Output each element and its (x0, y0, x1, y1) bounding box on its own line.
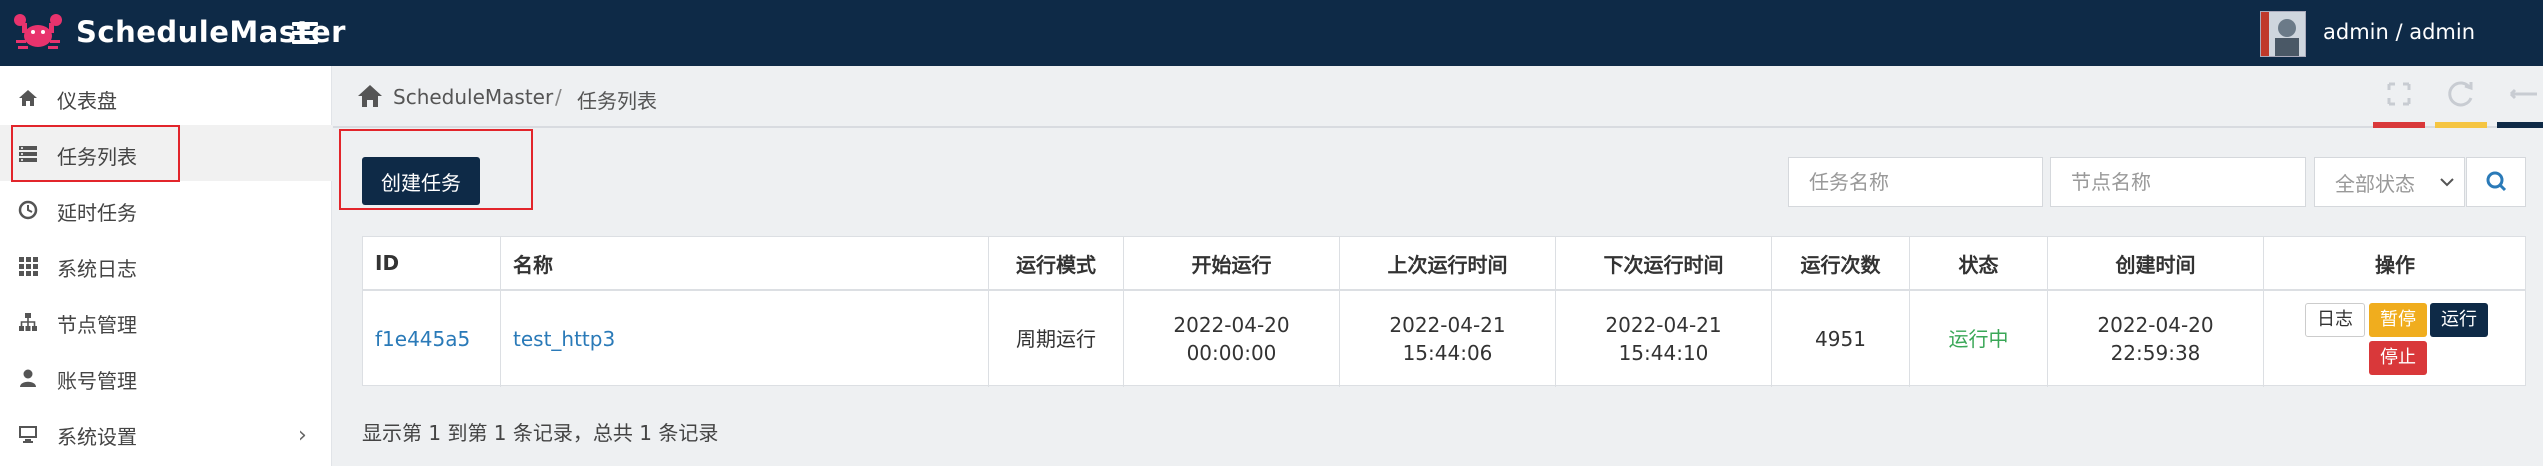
table-cell-created: 2022-04-20 22:59:38 (2048, 291, 2264, 387)
collapse-button[interactable] (2497, 66, 2543, 128)
column-header-next-run[interactable]: 下次运行时间 (1556, 237, 1772, 291)
run-button[interactable]: 运行 (2430, 303, 2488, 337)
column-header-run-count[interactable]: 运行次数 (1772, 237, 1910, 291)
stop-button[interactable]: 停止 (2369, 341, 2427, 375)
status-select-value: 全部状态 (2335, 171, 2415, 196)
last-run-time: 15:44:06 (1402, 341, 1493, 365)
avatar[interactable] (2260, 11, 2306, 57)
refresh-icon (2448, 81, 2473, 107)
next-run-date: 2022-04-21 (1605, 313, 1722, 337)
search-icon (2486, 171, 2507, 192)
sidebar-item-system-settings[interactable]: 系统设置 › (0, 405, 332, 461)
breadcrumb-root[interactable]: ScheduleMaster (393, 85, 553, 109)
sidebar-item-dashboard[interactable]: 仪表盘 (0, 69, 332, 125)
chevron-down-icon (2440, 178, 2454, 187)
fullscreen-icon (2387, 82, 2411, 106)
table-cell-name: test_http3 (501, 291, 989, 387)
sidebar-item-label: 系统设置 (57, 425, 137, 449)
sidebar: 仪表盘 任务列表 延时任务 系统日志 节点管理 账号管理 系统设置 › (0, 66, 332, 466)
chevron-right-icon: › (298, 423, 307, 448)
column-header-name[interactable]: 名称 (501, 237, 989, 291)
column-header-start[interactable]: 开始运行 (1124, 237, 1340, 291)
crab-logo-icon (14, 14, 62, 49)
pagination-info: 显示第 1 到第 1 条记录，总共 1 条记录 (362, 421, 719, 445)
breadcrumb-separator: / (555, 85, 562, 109)
search-button[interactable] (2466, 157, 2526, 207)
sidebar-item-delayed-tasks[interactable]: 延时任务 (0, 181, 332, 237)
home-icon[interactable] (357, 84, 383, 108)
task-name-field[interactable] (1788, 157, 2043, 207)
column-header-last-run[interactable]: 上次运行时间 (1340, 237, 1556, 291)
next-run-time: 15:44:10 (1618, 341, 1709, 365)
sidebar-item-label: 延时任务 (57, 201, 137, 225)
pause-button[interactable]: 暂停 (2369, 303, 2427, 337)
monitor-icon (19, 426, 37, 443)
task-table: ID 名称 运行模式 开始运行 上次运行时间 下次运行时间 运行次数 状态 创建… (362, 236, 2526, 387)
refresh-button[interactable] (2435, 66, 2487, 128)
column-header-id[interactable]: ID (363, 237, 501, 291)
table-cell-last-run: 2022-04-21 15:44:06 (1340, 291, 1556, 387)
table-cell-next-run: 2022-04-21 15:44:10 (1556, 291, 1772, 387)
create-task-button[interactable]: 创建任务 (362, 157, 480, 205)
column-header-created[interactable]: 创建时间 (2048, 237, 2264, 291)
sidebar-item-system-log[interactable]: 系统日志 (0, 237, 332, 293)
created-time: 22:59:38 (2110, 341, 2201, 365)
node-name-field[interactable] (2050, 157, 2306, 207)
sidebar-item-task-list[interactable]: 任务列表 (0, 125, 332, 181)
sidebar-item-label: 账号管理 (57, 369, 137, 393)
start-time: 00:00:00 (1186, 341, 1277, 365)
task-id-link[interactable]: f1e445a5 (375, 325, 470, 353)
table-cell-actions: 日志 暂停 运行 停止 (2264, 291, 2526, 387)
start-date: 2022-04-20 (1173, 313, 1290, 337)
sidebar-item-label: 任务列表 (57, 145, 137, 169)
breadcrumb-current: 任务列表 (577, 89, 657, 113)
table-cell-mode: 周期运行 (989, 291, 1124, 387)
column-header-mode[interactable]: 运行模式 (989, 237, 1124, 291)
last-run-date: 2022-04-21 (1389, 313, 1506, 337)
status-badge: 运行中 (1910, 291, 2048, 387)
sidebar-item-account-management[interactable]: 账号管理 (0, 349, 332, 405)
task-name-link[interactable]: test_http3 (513, 325, 615, 353)
server-icon (19, 146, 37, 162)
task-name-input[interactable] (1809, 170, 2022, 194)
user-icon (20, 369, 36, 387)
home-icon (19, 90, 37, 106)
table-cell-start: 2022-04-20 00:00:00 (1124, 291, 1340, 387)
sidebar-item-label: 节点管理 (57, 313, 137, 337)
user-label[interactable]: admin / admin (2323, 20, 2475, 44)
column-header-actions: 操作 (2264, 237, 2526, 291)
grid-icon (19, 257, 38, 276)
column-header-status[interactable]: 状态 (1910, 237, 2048, 291)
fullscreen-button[interactable] (2373, 66, 2425, 128)
node-name-input[interactable] (2071, 170, 2285, 194)
top-navbar: ScheduleMaster admin / admin (0, 0, 2543, 66)
table-cell-run-count: 4951 (1772, 291, 1910, 387)
sitemap-icon (19, 313, 37, 331)
breadcrumb: ScheduleMaster / 任务列表 (333, 66, 2543, 128)
sidebar-item-node-management[interactable]: 节点管理 (0, 293, 332, 349)
sidebar-item-label: 仪表盘 (57, 89, 117, 113)
status-select[interactable]: 全部状态 (2314, 157, 2465, 207)
clock-icon (18, 200, 38, 220)
sidebar-item-label: 系统日志 (57, 257, 137, 281)
table-cell-id: f1e445a5 (363, 291, 501, 387)
log-button[interactable]: 日志 (2305, 303, 2365, 337)
created-date: 2022-04-20 (2097, 313, 2214, 337)
collapse-icon (2509, 88, 2537, 100)
hamburger-icon[interactable] (292, 22, 318, 44)
